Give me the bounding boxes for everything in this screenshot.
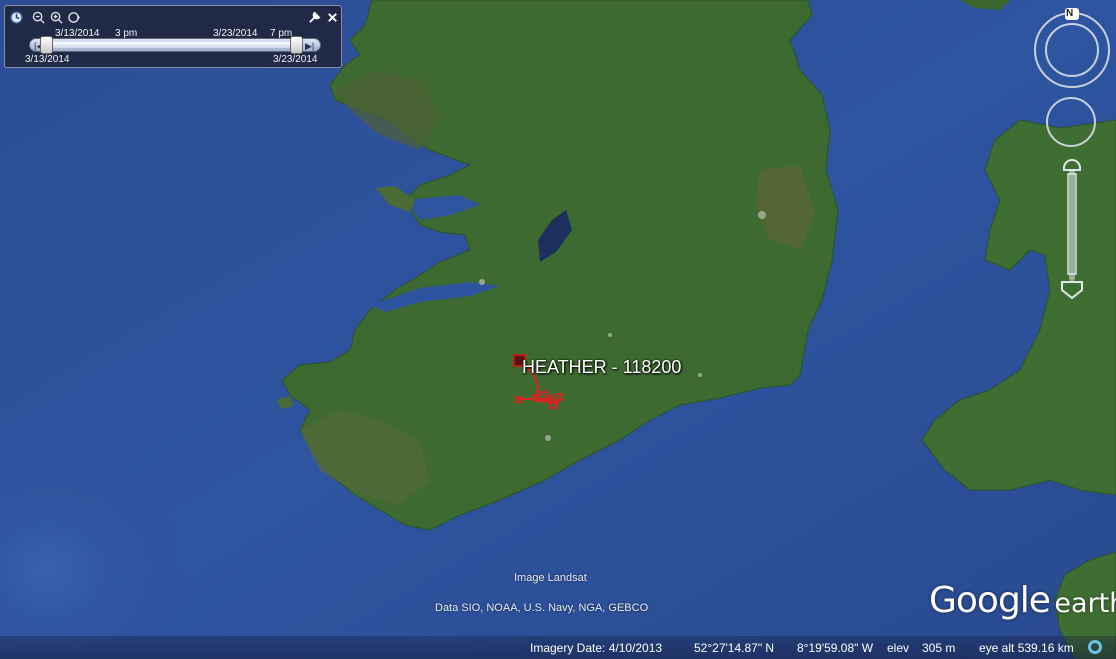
zoom-slider[interactable] — [1058, 154, 1086, 300]
time-slider-start-handle[interactable] — [40, 36, 53, 54]
elevation-value: 305 m — [922, 641, 956, 655]
clock-icon[interactable] — [9, 10, 24, 25]
play-icon[interactable] — [67, 10, 82, 25]
north-indicator[interactable]: N — [1066, 8, 1073, 19]
close-icon[interactable] — [325, 10, 340, 25]
elevation-label: elev — [887, 641, 910, 655]
google-earth-logo: Google earth — [929, 580, 1116, 621]
placemark-label[interactable]: HEATHER - 118200 — [522, 357, 681, 378]
data-attribution: Data SIO, NOAA, U.S. Navy, NGA, GEBCO — [435, 602, 649, 614]
time-slider-range — [42, 42, 302, 48]
wrench-icon[interactable] — [307, 10, 322, 25]
latitude-readout: 52°27'14.87" N — [694, 641, 775, 655]
time-slider-panel: 3/13/2014 3 pm 3/23/2014 7 pm |◀ ▶| 3/13… — [4, 5, 342, 68]
imagery-date: Imagery Date: 4/10/2013 — [530, 641, 663, 655]
eye-altitude: eye alt 539.16 km — [979, 641, 1074, 655]
zoom-out-icon[interactable] — [31, 10, 46, 25]
streaming-status-icon — [1088, 640, 1102, 654]
longitude-readout: 8°19'59.08" W — [797, 641, 874, 655]
map-view[interactable] — [0, 0, 1116, 659]
zoom-in-icon[interactable] — [49, 10, 64, 25]
range-start-label: 3/13/2014 — [25, 54, 70, 65]
time-slider-end-handle[interactable] — [290, 36, 303, 54]
imagery-attribution: Image Landsat — [514, 572, 587, 584]
move-joystick[interactable] — [1045, 96, 1097, 148]
range-end-label: 3/23/2014 — [273, 54, 318, 65]
slider-forward-icon[interactable]: ▶| — [305, 41, 314, 52]
